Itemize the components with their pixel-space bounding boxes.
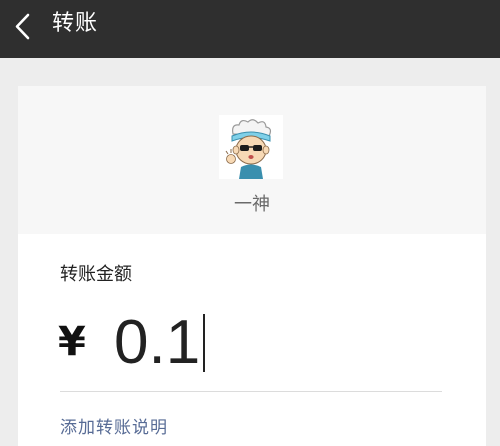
amount-value: 0.1 <box>114 308 201 377</box>
title-bar: 转账 <box>0 0 500 58</box>
cartoon-avatar-icon <box>219 115 283 179</box>
add-note-link[interactable]: 添加转账说明 <box>60 416 168 440</box>
page-title: 转账 <box>52 11 99 36</box>
payee-name: 一神 <box>234 194 270 215</box>
transfer-card: 一神 转账金额 ¥ 0.1 添加转账说明 <box>18 86 486 446</box>
back-button[interactable] <box>6 7 46 47</box>
chevron-left-icon <box>15 13 30 40</box>
amount-input[interactable]: 0.1 <box>114 308 206 377</box>
payee-section: 一神 <box>18 86 486 234</box>
text-caret <box>203 314 206 372</box>
avatar[interactable] <box>219 115 283 179</box>
divider <box>60 391 442 392</box>
amount-label: 转账金额 <box>60 264 132 285</box>
currency-symbol: ¥ <box>58 319 86 365</box>
